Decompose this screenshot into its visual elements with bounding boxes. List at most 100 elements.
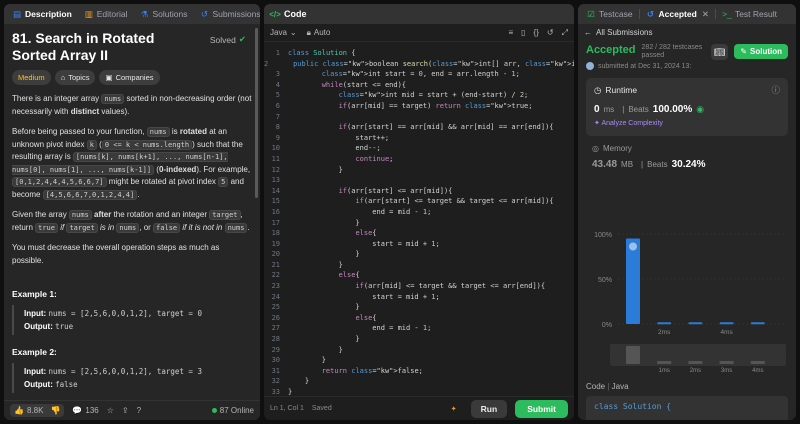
- problem-description: There is an integer array nums sorted in…: [12, 93, 252, 267]
- code-line[interactable]: 26 else{: [264, 313, 574, 324]
- x-tick-label: 2ms: [658, 329, 671, 336]
- reset-icon[interactable]: ↺: [547, 28, 554, 38]
- auto-toggle[interactable]: 🔒︎ Auto: [307, 28, 331, 38]
- code-line[interactable]: 4 while(start <= end){: [264, 80, 574, 91]
- tab-description[interactable]: ▤ Description: [8, 4, 76, 24]
- memory-header: ◎ Memory: [592, 144, 632, 153]
- line-text: }: [288, 388, 293, 396]
- tab-accepted[interactable]: ↺ Accepted ✕: [642, 4, 713, 24]
- runtime-distribution-chart[interactable]: 100% 50% 0% 2ms 4ms 1ms 2ms 3ms 4ms: [578, 224, 796, 374]
- line-text: if(arr[start] <= target && target <= arr…: [355, 197, 554, 206]
- chart-bar: [750, 322, 765, 325]
- share-icon[interactable]: ⇪: [122, 406, 129, 415]
- tab-solutions[interactable]: ⚗ Solutions: [135, 4, 191, 24]
- runtime-card[interactable]: ◷ Runtime ⓘ 0 ms | Beats 100.00% ◉ ✦ Ana…: [586, 78, 788, 136]
- online-dot-icon: [211, 408, 217, 413]
- bookmark-icon[interactable]: ▯: [521, 28, 525, 38]
- tab-divider: [638, 9, 640, 19]
- code-line[interactable]: 15 if(arr[start] <= target && target <= …: [264, 196, 574, 207]
- solution-button[interactable]: ✎ Solution: [734, 44, 788, 59]
- debug-icon[interactable]: ✦: [451, 405, 457, 413]
- code-editor[interactable]: 1 class Solution {2 public class="kw">boo…: [264, 44, 574, 396]
- code-line[interactable]: 33}: [264, 387, 574, 396]
- code-line[interactable]: 2 public class="kw">boolean search(class…: [264, 59, 574, 70]
- code-footer: Ln 1, Col 1 Saved ✦ Run Submit: [264, 396, 574, 420]
- code-line[interactable]: 16 end = mid - 1;: [264, 207, 574, 218]
- line-text: }: [288, 345, 343, 354]
- line-number: 4: [275, 80, 280, 89]
- sparkle-icon: ✦: [594, 120, 600, 127]
- star-icon[interactable]: ☆: [107, 406, 114, 415]
- code-line[interactable]: 20 }: [264, 249, 574, 260]
- companies-chip[interactable]: ▣ Companies: [99, 70, 160, 85]
- language-select[interactable]: Java ⌄: [270, 28, 297, 37]
- tab-editorial[interactable]: ▥ Editorial: [80, 4, 132, 24]
- code-line[interactable]: 25 }: [264, 302, 574, 313]
- code-line[interactable]: 13: [264, 175, 574, 186]
- code-line[interactable]: 6 if(arr[mid] == target) return class="k…: [264, 101, 574, 112]
- code-line[interactable]: 19 start = mid + 1;: [264, 239, 574, 250]
- tab-test-result[interactable]: >_ Test Result: [718, 4, 781, 24]
- expand-icon[interactable]: ⤢: [562, 28, 568, 38]
- code-line[interactable]: 11 continue;: [264, 154, 574, 165]
- close-icon[interactable]: ✕: [702, 9, 709, 20]
- code-panel: </> Code Java ⌄ 🔒︎ Auto ≡ ▯ {} ↺ ⤢ 1 clas…: [264, 4, 574, 420]
- line-number: 30: [271, 356, 280, 365]
- code-line[interactable]: 8 if(arr[start] == arr[mid] && arr[mid] …: [264, 122, 574, 133]
- code-line[interactable]: 27 end = mid - 1;: [264, 323, 574, 334]
- y-tick-label: 50%: [598, 277, 612, 284]
- y-tick-label: 100%: [594, 232, 612, 239]
- help-icon[interactable]: ?: [137, 406, 141, 415]
- editorial-button[interactable]: 📖︎: [710, 44, 729, 60]
- code-line[interactable]: 23 if(arr[mid] <= target && target <= ar…: [264, 281, 574, 292]
- code-line[interactable]: 3 class="kw">int start = 0, end = arr.le…: [264, 69, 574, 80]
- memory-section[interactable]: ◎ Memory 43.48 MB | Beats 30.24%: [578, 136, 796, 170]
- tab-submissions[interactable]: ↺ Submissions: [195, 4, 260, 24]
- line-text: }: [288, 356, 326, 365]
- line-number: 32: [271, 377, 280, 386]
- code-line[interactable]: 30 }: [264, 355, 574, 366]
- code-line[interactable]: 18 else{: [264, 228, 574, 239]
- line-number: 20: [271, 250, 280, 259]
- code-line[interactable]: 14 if(arr[start] <= arr[mid]){: [264, 186, 574, 197]
- code-line[interactable]: 22 else{: [264, 270, 574, 281]
- right-tabbar: ☑ Testcase ↺ Accepted ✕ >_ Test Result: [578, 4, 796, 24]
- run-button[interactable]: Run: [470, 399, 508, 418]
- analyze-complexity-link[interactable]: ✦ Analyze Complexity: [594, 119, 780, 127]
- tab-divider: [714, 9, 716, 19]
- all-submissions-link[interactable]: ← All Submissions: [578, 24, 796, 40]
- description-scrollbar[interactable]: [255, 28, 258, 198]
- code-line[interactable]: 29 }: [264, 345, 574, 356]
- code-line[interactable]: 9 start++;: [264, 133, 574, 144]
- code-line[interactable]: 12 }: [264, 165, 574, 176]
- line-number: 16: [271, 207, 280, 216]
- topics-chip[interactable]: ⌂ Topics: [54, 70, 96, 85]
- description-panel: ▤ Description ▥ Editorial ⚗ Solutions ↺ …: [4, 4, 260, 420]
- code-line[interactable]: 28 }: [264, 334, 574, 345]
- x-tick-label: 4ms: [752, 368, 763, 374]
- x-tick-label: 3ms: [721, 368, 732, 374]
- code-line[interactable]: 7: [264, 112, 574, 123]
- desc-paragraph-3: Given the array nums after the rotation …: [12, 210, 250, 233]
- code-line[interactable]: 21 }: [264, 260, 574, 271]
- like-button[interactable]: 👍 8.8K 👎: [10, 404, 65, 417]
- code-line[interactable]: 32 }: [264, 376, 574, 387]
- code-line[interactable]: 5 class="kw">int mid = start + (end-star…: [264, 90, 574, 101]
- code-line[interactable]: 1 class Solution {: [264, 48, 574, 59]
- info-icon[interactable]: ⓘ: [771, 84, 780, 96]
- comments-button[interactable]: 💬 136: [72, 406, 98, 415]
- line-number: 5: [275, 91, 280, 100]
- code-line[interactable]: 10 end--;: [264, 143, 574, 154]
- runtime-header: ◷ Runtime ⓘ: [594, 84, 780, 96]
- example-1-heading: Example 1:: [12, 289, 57, 299]
- code-line[interactable]: 17 }: [264, 218, 574, 229]
- format-icon[interactable]: ≡: [508, 28, 513, 38]
- code-line[interactable]: 31 return class="kw">false;: [264, 366, 574, 377]
- line-text: start = mid + 1;: [288, 239, 440, 248]
- submit-button[interactable]: Submit: [515, 399, 568, 418]
- tab-testcase[interactable]: ☑ Testcase: [582, 4, 637, 24]
- code-line[interactable]: 24 start = mid + 1;: [264, 292, 574, 303]
- difficulty-badge[interactable]: Medium: [12, 70, 51, 85]
- line-number: 3: [275, 70, 280, 79]
- braces-icon[interactable]: {}: [534, 28, 539, 38]
